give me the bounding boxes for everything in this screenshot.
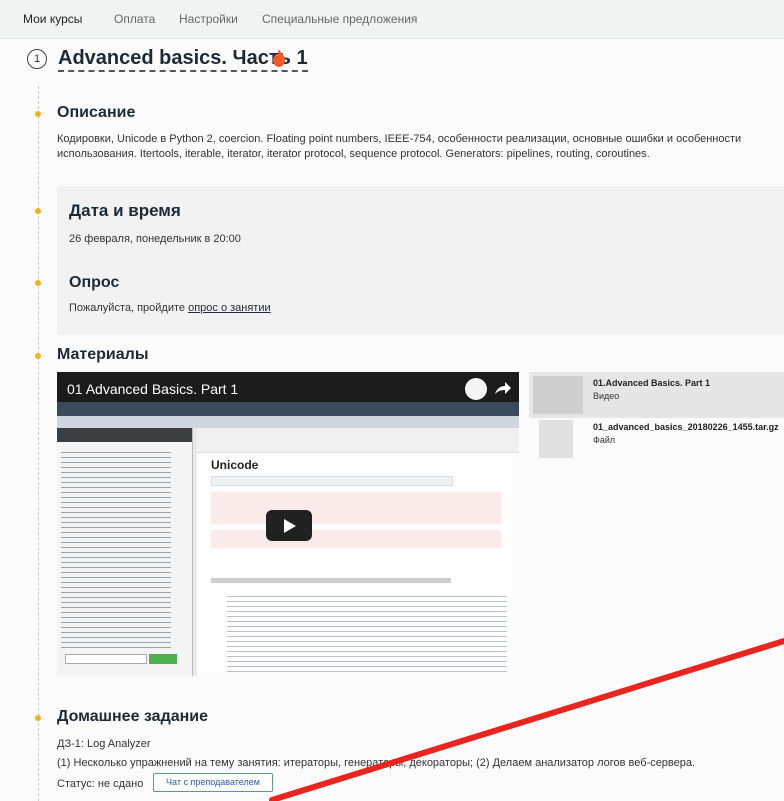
survey-text: Пожалуйста, пройдите опрос о занятии [69,301,271,316]
timeline-line [38,86,39,801]
description-title: Описание [57,104,136,121]
survey-title: Опрос [69,274,120,291]
flame-icon [273,49,285,67]
section-bullet [35,208,41,214]
video-player[interactable]: 01 Advanced Basics. Part 1 Unicode [57,372,519,676]
tab-payment[interactable]: Оплата [114,12,155,26]
tab-my-courses[interactable]: Мои курсы [23,12,82,26]
materials-list: 01.Advanced Basics. Part 1 Видео 01_adva… [529,372,784,672]
datetime-title: Дата и время [69,201,181,220]
video-title: 01 Advanced Basics. Part 1 [67,381,239,397]
video-thumbnail [533,376,583,414]
play-button[interactable] [266,510,312,541]
section-bullet [35,715,41,721]
material-item-file[interactable]: 01_advanced_basics_20180226_1455.tar.gz … [529,416,784,462]
material-type: Файл [593,435,616,445]
play-icon [284,519,296,533]
tab-special-offers[interactable]: Специальные предложения [262,12,417,26]
material-name: 01.Advanced Basics. Part 1 [593,378,711,388]
watch-later-icon[interactable] [465,378,487,400]
homework-subtitle: ДЗ-1: Log Analyzer [57,738,151,750]
homework-title: Домашнее задание [57,708,209,725]
description-text: Кодировки, Unicode в Python 2, coercion.… [57,133,742,160]
lesson-header: 1 Advanced basics. Часть 1 [27,46,767,72]
top-nav: Мои курсы Оплата Настройки Специальные п… [0,0,784,39]
material-item-video[interactable]: 01.Advanced Basics. Part 1 Видео [529,372,784,418]
chat-with-teacher-button[interactable]: Чат с преподавателем [153,773,273,792]
section-bullet [35,111,41,117]
share-icon[interactable] [491,378,513,400]
homework-status: Статус: не сдано [57,778,144,790]
datetime-text: 26 февраля, понедельник в 20:00 [69,233,241,245]
material-name: 01_advanced_basics_20180226_1455.tar.gz [593,422,779,432]
video-screen-heading: Unicode [211,458,259,472]
lesson-number: 1 [27,49,47,69]
file-icon [539,420,573,458]
section-bullet [35,353,41,359]
material-type: Видео [593,391,620,401]
lesson-title[interactable]: Advanced basics. Часть 1 [58,46,308,72]
survey-text-before: Пожалуйста, пройдите [69,302,189,314]
homework-text: (1) Несколько упражнений на тему занятия… [57,757,696,769]
materials-title: Материалы [57,346,149,363]
survey-link[interactable]: опрос о занятии [188,302,271,314]
section-bullet [35,280,41,286]
tab-settings[interactable]: Настройки [179,12,238,26]
